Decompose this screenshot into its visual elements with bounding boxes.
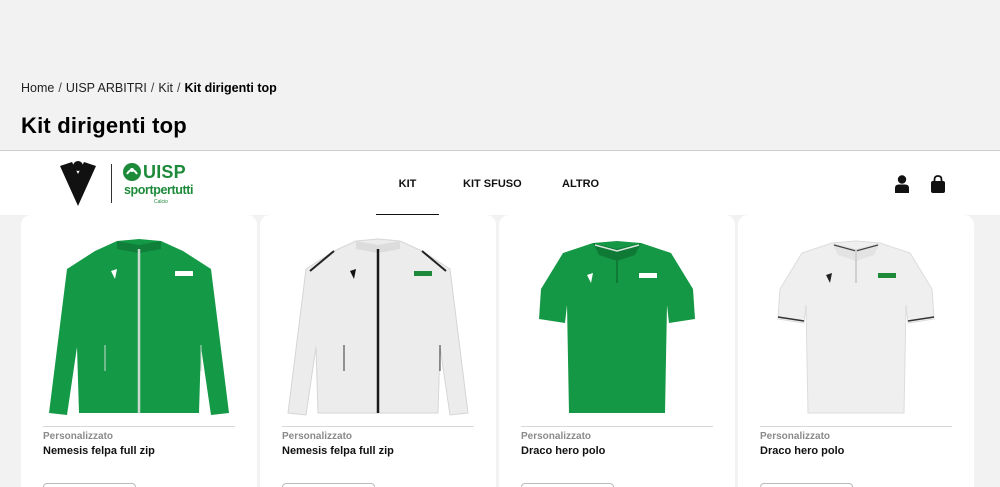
product-image-green-jacket[interactable] — [43, 235, 235, 425]
breadcrumb-current: Kit dirigenti top — [184, 81, 277, 95]
uisp-emblem-icon — [123, 163, 141, 181]
uisp-subtitle: Calcio — [154, 199, 168, 205]
product-image-white-jacket[interactable] — [282, 235, 474, 425]
nav-tab-kit[interactable]: KIT — [376, 178, 439, 216]
product-card[interactable]: Personalizzato Draco hero polo — [499, 215, 735, 487]
product-category: Personalizzato — [760, 431, 831, 442]
card-divider — [282, 426, 474, 427]
product-action-button[interactable] — [282, 483, 375, 487]
uisp-tagline: sportpertutti — [124, 183, 194, 197]
product-action-button[interactable] — [760, 483, 853, 487]
card-divider — [43, 426, 235, 427]
site-navbar: UISP sportpertutti Calcio KIT KIT SFUSO … — [0, 150, 1000, 216]
nav-tab-label: KIT — [398, 178, 417, 190]
macron-logo[interactable] — [60, 160, 96, 206]
nav-tab-kit-sfuso[interactable]: KIT SFUSO — [463, 178, 522, 190]
user-icon[interactable] — [894, 175, 910, 193]
uisp-wordmark: UISP — [143, 162, 186, 182]
product-image-green-polo[interactable] — [521, 235, 713, 425]
product-category: Personalizzato — [43, 431, 114, 442]
breadcrumb-separator: / — [150, 81, 155, 95]
card-divider — [521, 426, 713, 427]
product-category: Personalizzato — [521, 431, 592, 442]
product-name[interactable]: Nemesis felpa full zip — [282, 445, 394, 457]
product-name[interactable]: Draco hero polo — [760, 445, 844, 457]
breadcrumb-home-link[interactable]: Home — [21, 81, 54, 95]
product-action-button[interactable] — [521, 483, 614, 487]
product-name[interactable]: Nemesis felpa full zip — [43, 445, 155, 457]
card-divider — [760, 426, 952, 427]
breadcrumb-uisp-arbitri-link[interactable]: UISP ARBITRI — [66, 81, 147, 95]
uisp-logo[interactable]: UISP sportpertutti Calcio — [122, 162, 198, 206]
shopping-bag-icon[interactable] — [930, 175, 946, 193]
nav-tab-altro[interactable]: ALTRO — [562, 178, 599, 190]
product-card[interactable]: Personalizzato Nemesis felpa full zip — [21, 215, 257, 487]
logo-divider — [111, 164, 112, 203]
page-title: Kit dirigenti top — [21, 113, 187, 138]
product-action-button[interactable] — [43, 483, 136, 487]
breadcrumb-kit-link[interactable]: Kit — [158, 81, 173, 95]
breadcrumb-separator: / — [176, 81, 181, 95]
product-category: Personalizzato — [282, 431, 353, 442]
product-image-white-polo[interactable] — [760, 235, 952, 425]
breadcrumb-separator: / — [58, 81, 62, 95]
product-card[interactable]: Personalizzato Draco hero polo — [738, 215, 974, 487]
page-header-area: Home / UISP ARBITRI / Kit / Kit dirigenti top … — [0, 0, 1000, 150]
breadcrumb: Home / UISP ARBITRI / Kit / Kit dirigenti top — [21, 81, 277, 95]
product-name[interactable]: Draco hero polo — [521, 445, 605, 457]
product-card[interactable]: Personalizzato Nemesis felpa full zip — [260, 215, 496, 487]
